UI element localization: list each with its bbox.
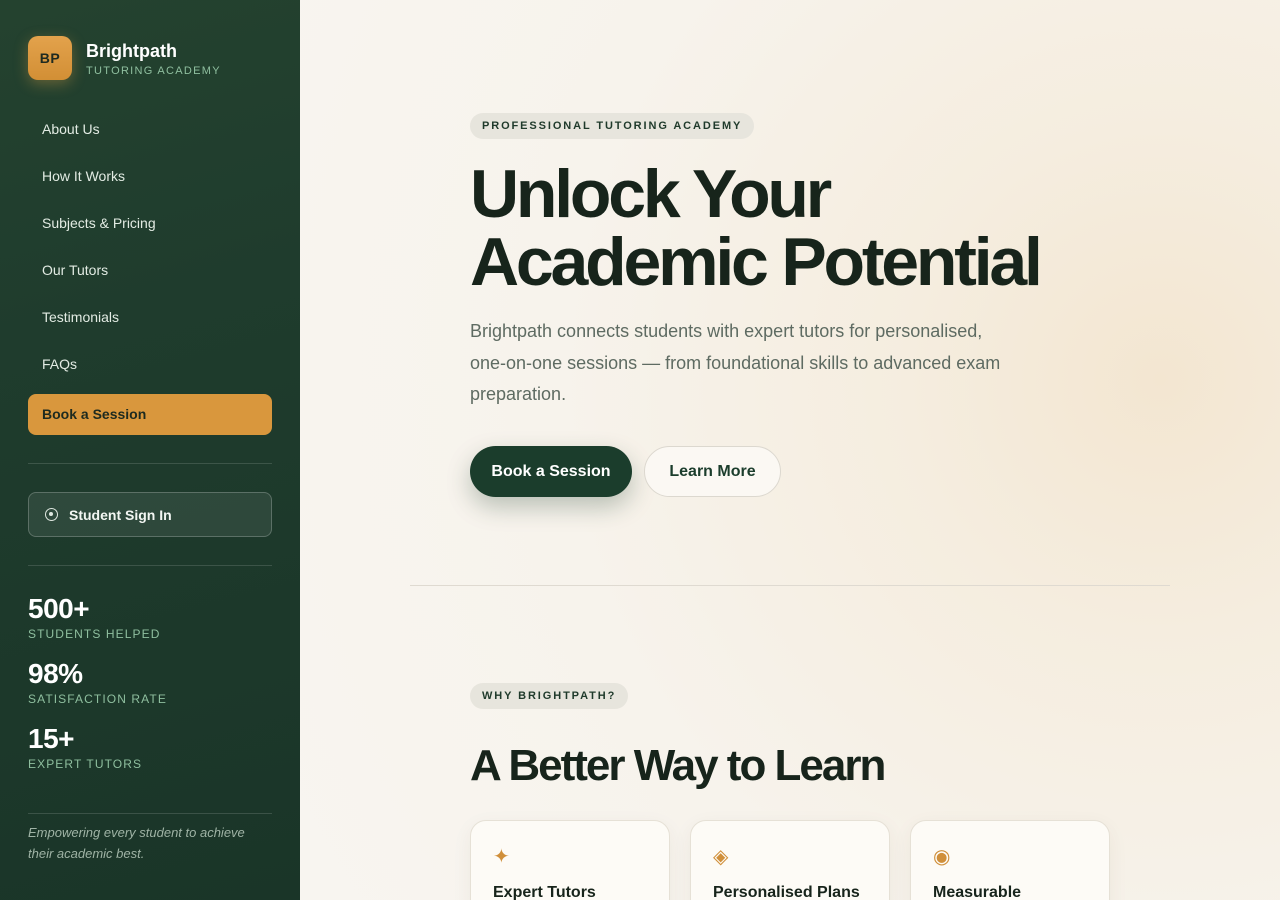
feature-card-title: Measurable [933,884,1022,900]
hero-description: Brightpath connects students with expert… [470,321,1001,404]
nav-item-testimonials[interactable]: Testimonials [28,294,272,341]
sidebar-divider [28,813,272,814]
hero-title: Unlock Your Academic Potential [470,160,1170,296]
nav-item-how-it-works[interactable]: How It Works [28,153,272,200]
user-circle-icon [45,508,58,521]
brand[interactable]: BP Brightpath TUTORING ACADEMY [28,36,221,80]
section-divider [410,585,1170,586]
hero-title-line-1: Unlock Your [470,156,832,232]
hero-book-session-button[interactable]: Book a Session [470,446,632,497]
brand-name: Brightpath [86,40,177,61]
nav-item-subjects-pricing[interactable]: Subjects & Pricing [28,200,272,247]
nav-item-our-tutors[interactable]: Our Tutors [28,247,272,294]
stat-value: 98% [28,658,83,689]
brand-subtitle: TUTORING ACADEMY [86,64,221,77]
stat-label: EXPERT TUTORS [28,757,143,771]
sidebar-book-session-button[interactable]: Book a Session [28,394,272,435]
sparkle-icon: ✦ [493,846,510,868]
feature-card-personalised-plans: ◈ Personalised Plans [690,820,890,900]
feature-card-title: Personalised Plans [713,884,860,900]
hero-eyebrow-badge: PROFESSIONAL TUTORING ACADEMY [470,113,755,139]
stat-value: 500+ [28,593,90,624]
student-sign-in-label: Student Sign In [69,506,172,523]
main-content: PROFESSIONAL TUTORING ACADEMY Unlock You… [300,0,1280,900]
stat-label: STUDENTS HELPED [28,627,161,641]
sidebar-nav: About Us How It Works Subjects & Pricing… [28,106,272,388]
feature-card-measurable: ◉ Measurable [910,820,1110,900]
hero-title-line-2: Academic Potential [470,224,1043,300]
hero-learn-more-button[interactable]: Learn More [644,446,781,497]
diamond-icon: ◈ [713,846,729,868]
stat-value: 15+ [28,723,75,754]
feature-card-title: Expert Tutors [493,884,596,900]
student-sign-in-button[interactable]: Student Sign In [28,492,272,537]
sidebar-tagline: Empowering every student to achieve thei… [28,825,245,861]
sidebar: BP Brightpath TUTORING ACADEMY About Us … [0,0,300,900]
logo-badge: BP [28,36,72,80]
stat-expert-tutors: 15+ EXPERT TUTORS [28,723,143,772]
nav-item-about-us[interactable]: About Us [28,106,272,153]
brand-text: Brightpath TUTORING ACADEMY [86,40,221,77]
stat-label: SATISFACTION RATE [28,692,167,706]
feature-card-expert-tutors: ✦ Expert Tutors [470,820,670,900]
stat-satisfaction-rate: 98% SATISFACTION RATE [28,658,167,707]
features-title: A Better Way to Learn [470,741,886,790]
target-icon: ◉ [933,846,951,868]
stat-students-helped: 500+ STUDENTS HELPED [28,593,161,642]
sidebar-divider [28,565,272,566]
features-eyebrow-badge: WHY BRIGHTPATH? [470,683,629,709]
nav-item-faqs[interactable]: FAQs [28,341,272,388]
sidebar-divider [28,463,272,464]
